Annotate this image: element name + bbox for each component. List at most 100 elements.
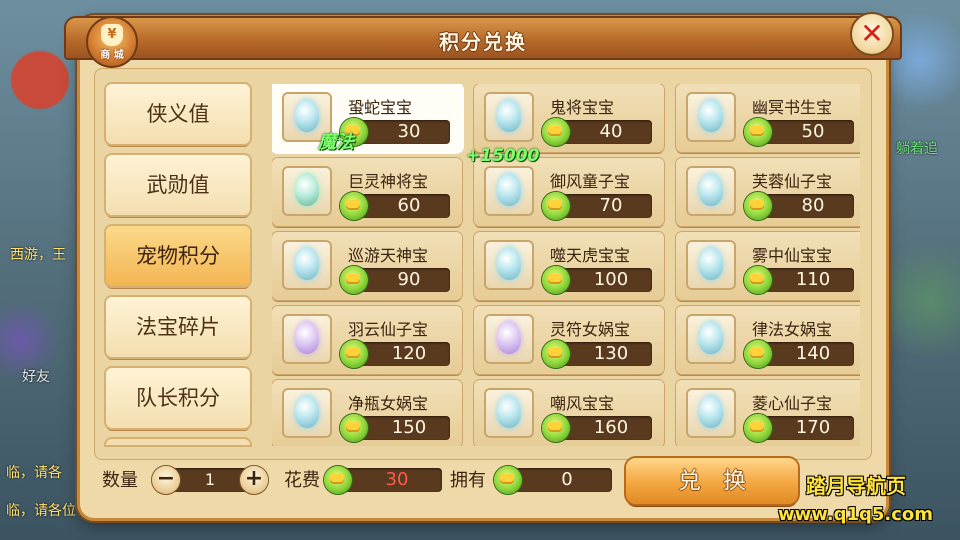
cost-display: 30 [324,466,442,494]
price-tag: 130 [542,340,652,368]
pet-egg-icon [295,173,319,206]
pet-egg-slot [484,240,534,290]
close-icon: ✕ [860,17,884,50]
pet-egg-icon [497,99,521,132]
shop-button[interactable]: ¥ 商 城 [86,16,138,68]
pet-egg-slot [484,166,534,216]
pet-egg-icon [497,173,521,206]
pet-item-card[interactable]: 雾中仙宝宝 110 [676,232,860,300]
pet-points-coin-icon [744,118,772,146]
close-button[interactable]: ✕ [850,12,894,56]
shop-label: 商 城 [100,50,124,61]
quantity-stepper[interactable]: − 1 + [152,466,268,494]
pet-item-card[interactable]: 噬天虎宝宝 100 [474,232,664,300]
pet-name: 净瓶女娲宝 [348,394,429,413]
money-bag-icon: ¥ [101,24,123,46]
sidebar-item-label: 侠义值 [146,102,210,126]
pet-item-card[interactable]: 律法女娲宝 140 [676,306,860,374]
watermark-url: www.q1q5.com [778,504,934,525]
pet-item-card[interactable]: 净瓶女娲宝 150 [272,380,462,446]
pet-name: 噬天虎宝宝 [550,246,631,265]
dialog-titlebar: 积分兑换 [64,16,902,60]
sidebar-item[interactable]: 武勋值 [106,155,250,215]
background-text: 好友 [22,369,50,385]
pet-item-card[interactable]: 巨灵神将宝 60 [272,158,462,226]
item-grid: 蛩蛇宝宝 30 鬼将宝宝 40 幽冥书生宝 50 巨灵神将宝 60 御风童子宝 70 芙蓉仙子宝 80… [272,84,860,446]
sidebar-item-label: 队长积分 [136,386,220,410]
price-tag: 100 [542,266,652,294]
price-tag: 150 [340,414,450,442]
price-value: 160 [593,417,629,438]
price-tag: 110 [744,266,854,294]
pet-points-coin-icon [744,192,772,220]
pet-egg-slot [686,166,736,216]
decrease-button[interactable]: − [152,466,180,494]
pet-name: 雾中仙宝宝 [752,246,833,265]
category-sidebar: 侠义值武勋值宠物积分法宝碎片队长积分 [106,84,252,445]
pet-points-coin-icon [340,340,368,368]
pet-egg-icon [295,99,319,132]
pet-egg-slot [686,314,736,364]
background-text: 西游，王 [10,247,66,263]
pet-egg-slot [686,388,736,438]
pet-egg-icon [699,321,723,354]
price-tag: 140 [744,340,854,368]
pet-egg-slot [484,92,534,142]
minus-icon: − [156,466,176,491]
owned-value: 0 [561,469,573,490]
price-value: 100 [593,269,629,290]
price-value: 40 [599,121,623,142]
sidebar-item-label: 武勋值 [146,173,210,197]
pet-item-card[interactable]: 御风童子宝 70 [474,158,664,226]
price-value: 150 [391,417,427,438]
pet-item-card[interactable]: 鬼将宝宝 40 [474,84,664,152]
sidebar-item-label: 法宝碎片 [136,315,220,339]
pet-egg-icon [497,247,521,280]
floating-reward-label: 魔法 [318,132,354,153]
sidebar-more-stub [106,439,250,445]
price-tag: 80 [744,192,854,220]
pet-name: 芙蓉仙子宝 [752,172,833,191]
pet-name: 鬼将宝宝 [550,98,615,117]
pet-egg-icon [497,395,521,428]
pet-egg-slot [282,314,332,364]
sidebar-item[interactable]: 法宝碎片 [106,297,250,357]
price-tag: 50 [744,118,854,146]
pet-points-coin-icon [744,340,772,368]
pet-points-coin-icon [744,414,772,442]
sidebar-item[interactable]: 宠物积分 [106,226,250,286]
pet-item-card[interactable]: 嘲风宝宝 160 [474,380,664,446]
price-tag: 30 [340,118,450,146]
price-tag: 40 [542,118,652,146]
sidebar-item[interactable]: 侠义值 [106,84,250,144]
pet-egg-slot [686,92,736,142]
quantity-value[interactable]: 1 [178,470,242,489]
pet-item-card[interactable]: 幽冥书生宝 50 [676,84,860,152]
pet-egg-slot [282,388,332,438]
pet-item-card[interactable]: 巡游天神宝 90 [272,232,462,300]
pet-points-coin-icon [340,414,368,442]
pet-points-coin-icon [542,414,570,442]
price-tag: 170 [744,414,854,442]
price-tag: 120 [340,340,450,368]
price-tag: 60 [340,192,450,220]
increase-button[interactable]: + [240,466,268,494]
sidebar-item[interactable]: 队长积分 [106,368,250,428]
pet-name: 律法女娲宝 [752,320,833,339]
pet-points-coin-icon [340,266,368,294]
pet-egg-icon [699,99,723,132]
pet-points-coin-icon [744,266,772,294]
pet-item-card[interactable]: 灵符女娲宝 130 [474,306,664,374]
price-value: 170 [795,417,831,438]
pet-item-card[interactable]: 羽云仙子宝 120 [272,306,462,374]
price-value: 110 [795,269,831,290]
background-text: 临，请各位 [6,503,76,519]
pet-points-coin-icon [340,192,368,220]
exchange-button[interactable]: 兑换 [626,458,798,504]
pet-points-coin-icon [542,266,570,294]
floating-reward-amount: +15000 [466,146,540,166]
pet-item-card[interactable]: 芙蓉仙子宝 80 [676,158,860,226]
pet-egg-slot [484,388,534,438]
pet-item-card[interactable]: 菱心仙子宝 170 [676,380,860,446]
pet-item-card[interactable]: 蛩蛇宝宝 30 [272,84,462,152]
